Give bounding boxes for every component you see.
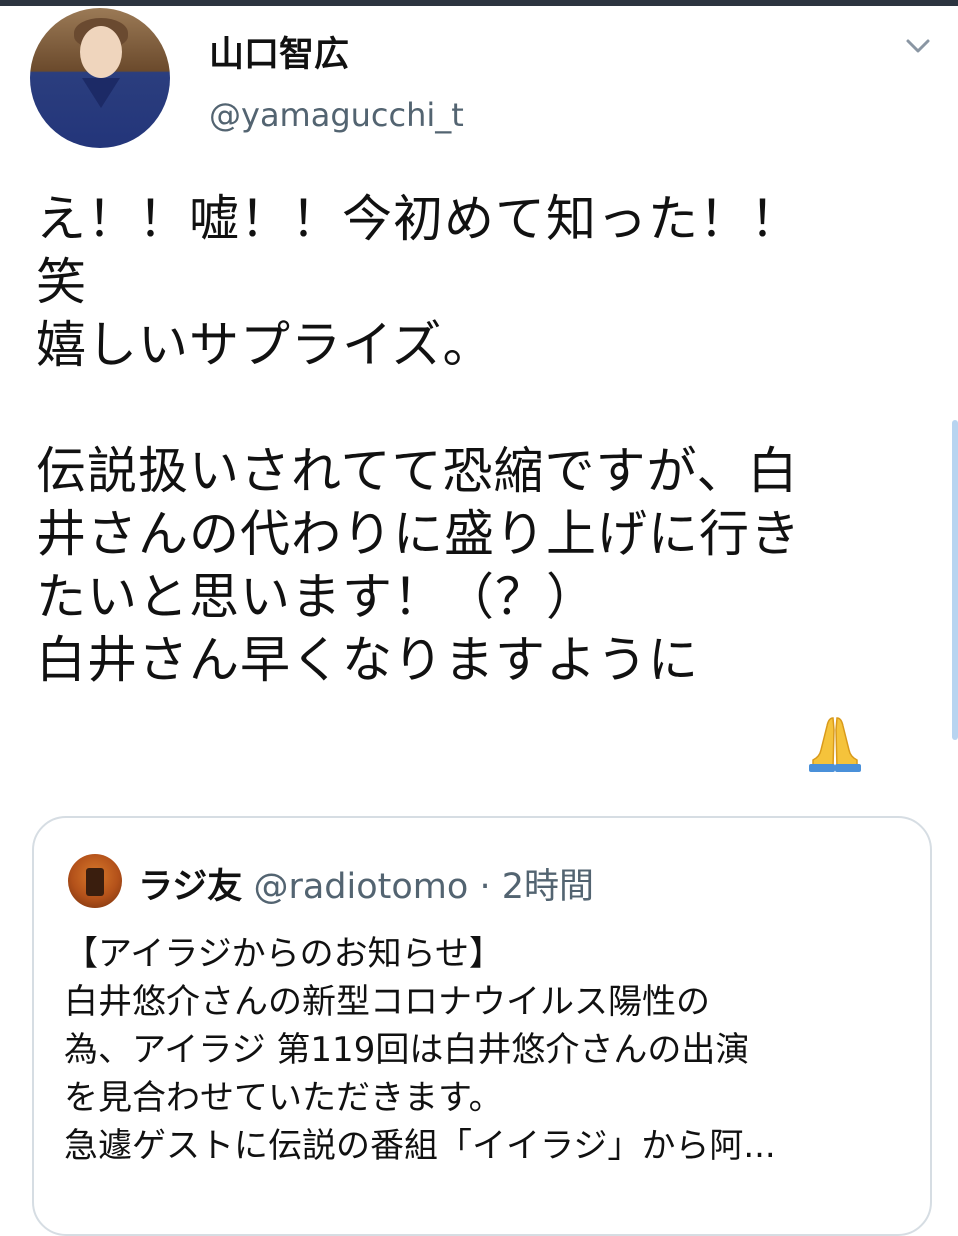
quoted-author-avatar[interactable]: [68, 854, 122, 908]
quoted-author-handle[interactable]: @radiotomo: [253, 867, 468, 907]
folded-hands-icon: [809, 717, 861, 772]
tweet-text: え！！嘘！！今初めて知った！！ 笑 嬉しいサプライズ。 伝説扱いされてて恐縮です…: [36, 190, 801, 689]
quoted-tweet-card[interactable]: ラジ友 @radiotomo · 2時間 【アイラジからのお知らせ】 白井悠介さ…: [32, 816, 932, 1236]
avatar-face: [80, 26, 122, 78]
scrollbar[interactable]: [952, 420, 958, 740]
quoted-author-name[interactable]: ラジ友: [138, 867, 242, 907]
author-display-name[interactable]: 山口智広: [209, 26, 349, 77]
author-avatar[interactable]: [30, 8, 170, 148]
author-handle[interactable]: @yamagucchi_t: [209, 96, 464, 134]
quoted-tweet-text: 【アイラジからのお知らせ】 白井悠介さんの新型コロナウイルス陽性の 為、アイラジ…: [64, 934, 776, 1166]
separator-dot: ·: [479, 867, 491, 907]
quoted-tweet-header: ラジ友 @radiotomo · 2時間: [138, 858, 594, 909]
chevron-down-icon[interactable]: [902, 34, 934, 58]
status-bar: [0, 0, 958, 6]
avatar-collar: [82, 78, 120, 108]
quoted-tweet-time[interactable]: 2時間: [502, 867, 594, 907]
radio-icon: [86, 868, 104, 896]
